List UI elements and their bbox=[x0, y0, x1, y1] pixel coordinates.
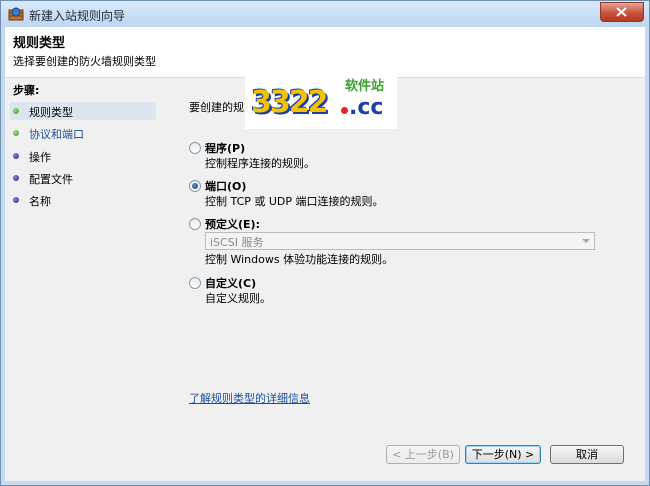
title-bar[interactable]: 新建入站规则向导 bbox=[1, 1, 649, 27]
sidebar-item-protocol-ports[interactable]: 协议和端口 bbox=[10, 124, 156, 142]
sidebar-item-action[interactable]: 操作 bbox=[10, 147, 156, 165]
step-pending-icon bbox=[13, 153, 19, 159]
option-program-desc: 控制程序连接的规则。 bbox=[205, 157, 315, 170]
radio-predefined[interactable] bbox=[189, 218, 201, 230]
sidebar-item-label: 协议和端口 bbox=[29, 128, 84, 141]
watermark-text: 软件站 bbox=[345, 79, 385, 94]
step-pending-icon bbox=[13, 197, 19, 203]
steps-sidebar: 步骤: 规则类型 协议和端口 操作 配置文件 名称 bbox=[5, 78, 159, 481]
firewall-icon bbox=[8, 7, 24, 21]
predefined-select[interactable]: iSCSI 服务 bbox=[205, 232, 595, 250]
page-title: 规则类型 bbox=[13, 36, 66, 51]
back-button[interactable]: < 上一步(B) bbox=[386, 445, 460, 464]
radio-program[interactable] bbox=[189, 142, 201, 154]
step-pending-icon bbox=[13, 175, 19, 181]
radio-port[interactable] bbox=[189, 180, 201, 192]
close-button[interactable] bbox=[600, 2, 644, 22]
steps-label: 步骤: bbox=[13, 84, 40, 97]
option-custom-desc: 自定义规则。 bbox=[205, 292, 271, 305]
predefined-select-value: iSCSI 服务 bbox=[210, 236, 264, 249]
next-button[interactable]: 下一步(N) > bbox=[465, 445, 541, 464]
sidebar-item-name[interactable]: 名称 bbox=[10, 191, 156, 209]
learn-more-link[interactable]: 了解规则类型的详细信息 bbox=[189, 390, 310, 406]
watermark-logo: 3322 .cc 软件站 bbox=[245, 73, 397, 129]
option-custom-label[interactable]: 自定义(C) bbox=[205, 275, 256, 291]
wizard-body: 步骤: 规则类型 协议和端口 操作 配置文件 名称 要创建的规则类型 程序(P)… bbox=[5, 78, 645, 481]
sidebar-item-label: 配置文件 bbox=[29, 173, 73, 186]
main-content: 要创建的规则类型 程序(P) 控制程序连接的规则。 端口(O) 控制 TCP 或… bbox=[167, 78, 645, 481]
watermark-dot bbox=[341, 107, 348, 114]
step-complete-icon bbox=[13, 130, 19, 136]
option-predefined-desc: 控制 Windows 体验功能连接的规则。 bbox=[205, 253, 394, 266]
sidebar-item-label: 规则类型 bbox=[29, 106, 73, 119]
sidebar-item-rule-type[interactable]: 规则类型 bbox=[10, 102, 156, 120]
option-port-desc: 控制 TCP 或 UDP 端口连接的规则。 bbox=[205, 195, 384, 208]
radio-custom[interactable] bbox=[189, 277, 201, 289]
chevron-down-icon bbox=[582, 239, 590, 243]
window-title: 新建入站规则向导 bbox=[29, 9, 126, 23]
close-icon bbox=[616, 7, 627, 17]
watermark-number: 3322 bbox=[251, 85, 328, 120]
cancel-button[interactable]: 取消 bbox=[550, 445, 624, 464]
sidebar-item-profile[interactable]: 配置文件 bbox=[10, 169, 156, 187]
watermark-domain: .cc bbox=[349, 95, 384, 120]
wizard-window: 新建入站规则向导 规则类型 选择要创建的防火墙规则类型 步骤: 规则类型 协议和… bbox=[0, 0, 650, 486]
sidebar-item-label: 名称 bbox=[29, 195, 51, 208]
step-complete-icon bbox=[13, 108, 19, 114]
page-subtitle: 选择要创建的防火墙规则类型 bbox=[13, 55, 156, 68]
option-program-label[interactable]: 程序(P) bbox=[205, 140, 245, 156]
option-predefined-label[interactable]: 预定义(E): bbox=[205, 216, 260, 232]
wizard-header: 规则类型 选择要创建的防火墙规则类型 bbox=[5, 27, 645, 78]
option-port-label[interactable]: 端口(O) bbox=[205, 178, 246, 194]
sidebar-item-label: 操作 bbox=[29, 151, 51, 164]
